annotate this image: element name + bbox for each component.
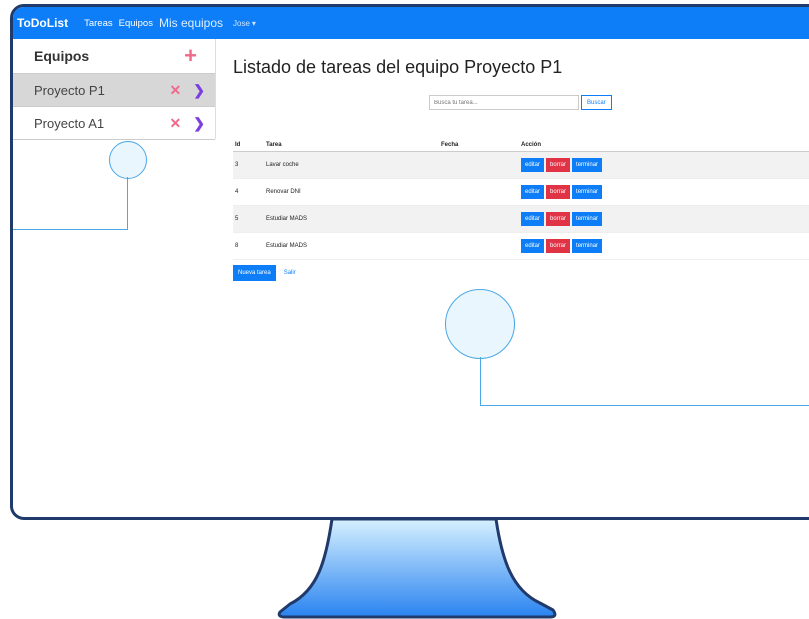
row-actions: editar borrar terminar [521,239,603,253]
user-menu[interactable]: Jose ▾ [233,19,256,28]
chevron-right-icon[interactable]: ❯ [193,115,205,132]
new-task-button[interactable]: Nueva tarea [233,265,276,281]
callout-line-main [480,357,809,406]
finish-button[interactable]: terminar [572,185,603,199]
sidebar-item-label: Proyecto P1 [34,82,105,98]
sidebar-item-proyecto-a1[interactable]: Proyecto A1 ✕ ❯ [13,107,215,140]
sidebar-title: Equipos [34,48,90,64]
cell-tarea: Estudiar MADS [266,216,308,222]
callout-circle-sidebar [109,141,147,179]
header-id: Id [235,142,241,148]
delete-button[interactable]: borrar [546,185,571,199]
delete-button[interactable]: borrar [546,158,571,172]
sidebar-header: Equipos + [13,39,215,74]
footer-actions: Nueva tarea Salir [233,265,296,281]
callout-circle-main [445,289,515,359]
cell-id: 3 [235,162,239,168]
caret-down-icon: ▾ [251,18,256,28]
row-actions: editar borrar terminar [521,158,603,172]
cell-tarea: Estudiar MADS [266,243,308,249]
callout-line-sidebar [13,177,128,230]
search-input[interactable] [429,95,579,110]
monitor-screen: ToDoList Tareas Equipos Mis equipos Jose… [10,4,809,520]
edit-button[interactable]: editar [521,212,545,226]
cell-id: 4 [235,189,239,195]
table-row: 3 Lavar coche editar borrar terminar [233,152,809,179]
user-name: Jose [233,18,250,28]
finish-button[interactable]: terminar [572,158,603,172]
search-form: Buscar [429,95,612,110]
finish-button[interactable]: terminar [572,212,603,226]
edit-button[interactable]: editar [521,158,545,172]
plus-icon[interactable]: + [184,45,197,67]
edit-button[interactable]: editar [521,239,545,253]
cell-id: 8 [235,243,239,249]
nav-link-equipos[interactable]: Equipos [119,18,153,29]
row-actions: editar borrar terminar [521,185,603,199]
table-row: 4 Renovar DNI editar borrar terminar [233,179,809,206]
header-fecha: Fecha [441,142,459,148]
cell-tarea: Renovar DNI [266,189,301,195]
delete-icon[interactable]: ✕ [170,82,182,99]
sidebar-item-proyecto-p1[interactable]: Proyecto P1 ✕ ❯ [13,74,215,107]
cell-tarea: Lavar coche [266,162,299,168]
table-header: Id Tarea Fecha Acción [233,139,809,152]
brand-logo[interactable]: ToDoList [17,16,68,30]
sidebar: Equipos + Proyecto P1 ✕ ❯ Proyecto A1 ✕ … [13,39,216,140]
delete-button[interactable]: borrar [546,239,571,253]
page-title: Listado de tareas del equipo Proyecto P1 [233,57,563,77]
nav-link-tareas[interactable]: Tareas [84,18,113,29]
header-tarea: Tarea [266,142,282,148]
cell-id: 5 [235,216,239,222]
chevron-right-icon[interactable]: ❯ [193,82,205,99]
navbar: ToDoList Tareas Equipos Mis equipos Jose… [13,7,809,39]
search-button[interactable]: Buscar [581,95,612,110]
delete-icon[interactable]: ✕ [170,115,182,132]
sidebar-item-label: Proyecto A1 [34,115,105,131]
finish-button[interactable]: terminar [572,239,603,253]
table-row: 8 Estudiar MADS editar borrar terminar [233,233,809,260]
delete-button[interactable]: borrar [546,212,571,226]
header-accion: Acción [521,142,542,148]
table-row: 5 Estudiar MADS editar borrar terminar [233,206,809,233]
edit-button[interactable]: editar [521,185,545,199]
exit-link[interactable]: Salir [284,270,296,276]
row-actions: editar borrar terminar [521,212,603,226]
nav-link-mis-equipos[interactable]: Mis equipos [159,16,223,30]
tasks-table: Id Tarea Fecha Acción 3 Lavar coche edit… [233,139,809,260]
